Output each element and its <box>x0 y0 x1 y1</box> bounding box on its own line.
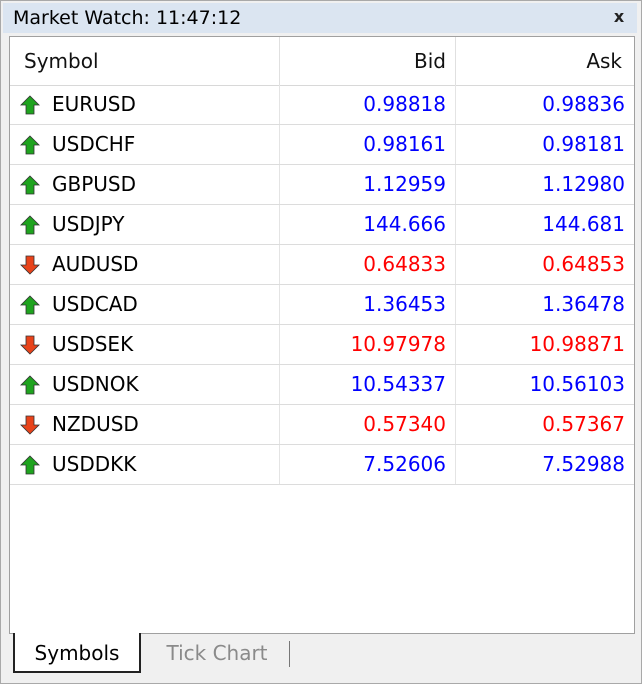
table-row[interactable]: GBPUSD 1.12959 1.12980 <box>10 165 634 205</box>
ask-price: 10.98871 <box>529 332 625 356</box>
ask-price: 1.36478 <box>542 292 625 316</box>
bid-price: 1.12959 <box>280 165 456 204</box>
bid-price: 10.97978 <box>280 325 456 364</box>
table-row[interactable]: USDJPY 144.666 144.681 <box>10 205 634 245</box>
bid-price: 144.666 <box>280 205 456 244</box>
table-row[interactable]: EURUSD 0.98818 0.98836 <box>10 85 634 125</box>
arrow-up-green-icon <box>20 295 40 315</box>
tab-bar: Symbols Tick Chart <box>13 633 633 675</box>
bid-price: 10.54337 <box>280 365 456 404</box>
symbol-name: USDJPY <box>52 212 125 236</box>
table-row[interactable]: AUDUSD 0.64833 0.64853 <box>10 245 634 285</box>
symbol-cell: USDSEK <box>10 325 280 364</box>
bid-price: 1.36453 <box>280 285 456 324</box>
title-bar[interactable]: Market Watch: 11:47:12 x <box>3 3 637 33</box>
market-watch-window: Market Watch: 11:47:12 x Symbol Bid Ask … <box>0 0 642 684</box>
arrow-up-green-icon <box>20 175 40 195</box>
table-row[interactable]: USDDKK 7.52606 7.52988 <box>10 445 634 485</box>
symbol-name: USDCHF <box>52 132 136 156</box>
table-header: Symbol Bid Ask <box>10 37 634 86</box>
arrow-up-green-icon <box>20 215 40 235</box>
bid-price: 0.57340 <box>280 405 456 444</box>
table-row[interactable]: NZDUSD 0.57340 0.57367 <box>10 405 634 445</box>
close-icon[interactable]: x <box>609 6 629 28</box>
tab-tick-chart[interactable]: Tick Chart <box>147 633 287 673</box>
symbol-name: USDDKK <box>52 452 137 476</box>
ask-price: 7.52988 <box>542 452 625 476</box>
ask-price: 0.64853 <box>542 252 625 276</box>
arrow-up-green-icon <box>20 95 40 115</box>
arrow-down-red-icon <box>20 415 40 435</box>
symbol-cell: AUDUSD <box>10 245 280 284</box>
tab-separator <box>289 641 290 667</box>
ask-price: 0.98181 <box>542 132 625 156</box>
window-title: Market Watch: 11:47:12 <box>13 7 242 29</box>
symbol-name: USDSEK <box>52 332 134 356</box>
ask-price: 0.98836 <box>542 92 625 116</box>
table-row[interactable]: USDNOK 10.54337 10.56103 <box>10 365 634 405</box>
symbol-name: USDCAD <box>52 292 138 316</box>
symbol-cell: USDCHF <box>10 125 280 164</box>
column-header-bid[interactable]: Bid <box>280 37 456 85</box>
symbol-cell: USDDKK <box>10 445 280 484</box>
arrow-up-green-icon <box>20 135 40 155</box>
bid-price: 0.64833 <box>280 245 456 284</box>
symbol-name: NZDUSD <box>52 412 139 436</box>
symbol-cell: NZDUSD <box>10 405 280 444</box>
bid-price: 0.98161 <box>280 125 456 164</box>
arrow-up-green-icon <box>20 375 40 395</box>
ask-price: 0.57367 <box>542 412 625 436</box>
symbol-cell: USDJPY <box>10 205 280 244</box>
symbol-name: EURUSD <box>52 92 136 116</box>
ask-price: 1.12980 <box>542 172 625 196</box>
ask-price: 144.681 <box>542 212 625 236</box>
arrow-down-red-icon <box>20 335 40 355</box>
column-header-symbol[interactable]: Symbol <box>10 37 280 85</box>
arrow-down-red-icon <box>20 255 40 275</box>
symbol-name: USDNOK <box>52 372 139 396</box>
symbol-cell: USDCAD <box>10 285 280 324</box>
symbol-name: AUDUSD <box>52 252 139 276</box>
ask-price: 10.56103 <box>529 372 625 396</box>
table-row[interactable]: USDSEK 10.97978 10.98871 <box>10 325 634 365</box>
tab-symbols[interactable]: Symbols <box>13 633 141 673</box>
column-header-ask[interactable]: Ask <box>456 37 634 85</box>
symbol-name: GBPUSD <box>52 172 137 196</box>
arrow-up-green-icon <box>20 455 40 475</box>
symbol-cell: GBPUSD <box>10 165 280 204</box>
symbol-cell: USDNOK <box>10 365 280 404</box>
bid-price: 7.52606 <box>280 445 456 484</box>
symbol-cell: EURUSD <box>10 85 280 124</box>
table-row[interactable]: USDCAD 1.36453 1.36478 <box>10 285 634 325</box>
table-row[interactable]: USDCHF 0.98161 0.98181 <box>10 125 634 165</box>
symbols-table: Symbol Bid Ask EURUSD 0.98818 0.98836 USDCH… <box>9 36 635 634</box>
bid-price: 0.98818 <box>280 85 456 124</box>
